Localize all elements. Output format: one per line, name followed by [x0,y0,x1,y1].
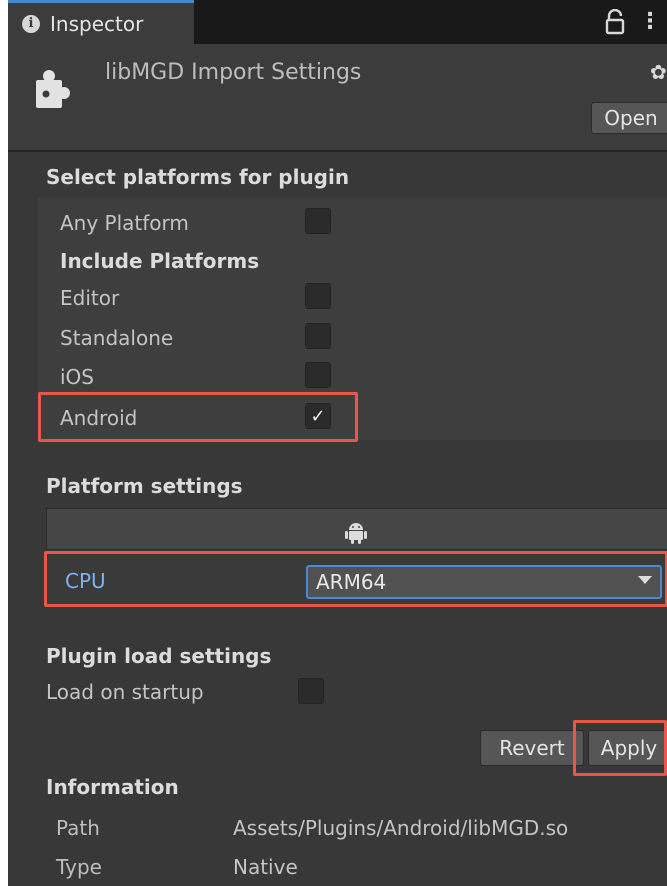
tab-bar: i Inspector ⋮ [8,0,667,44]
cpu-highlight-box [44,551,667,607]
platform-ios-label: iOS [60,365,94,389]
any-platform-label: Any Platform [60,211,189,235]
info-type-key: Type [56,855,102,879]
plugin-icon [34,66,70,110]
platform-editor-label: Editor [60,286,120,310]
page-title: libMGD Import Settings [105,60,362,85]
tab-inspector-label: Inspector [50,11,144,36]
platform-editor-checkbox[interactable] [305,283,331,309]
gear-icon[interactable]: ✿ [650,60,667,84]
lock-icon[interactable] [603,8,627,35]
inspector-panel: i Inspector ⋮ libMGD Import Settings ✿ O… [8,0,667,886]
tab-inspector[interactable]: i Inspector [8,0,194,44]
info-path-key: Path [56,816,100,840]
platform-standalone-checkbox[interactable] [305,323,331,349]
platform-ios-checkbox[interactable] [305,362,331,388]
more-options-icon[interactable]: ⋮ [639,10,661,36]
apply-highlight-box [573,720,667,776]
android-highlight-box [38,392,358,442]
android-icon [345,520,367,544]
any-platform-checkbox[interactable] [305,208,331,234]
open-button[interactable]: Open [591,102,667,134]
include-platforms-heading: Include Platforms [60,249,260,273]
info-icon: i [22,14,40,33]
information-title: Information [46,775,179,799]
load-on-startup-checkbox[interactable] [298,678,324,704]
platform-settings-title: Platform settings [46,474,243,498]
load-on-startup-label: Load on startup [46,680,204,704]
revert-button[interactable]: Revert [480,730,584,766]
info-path-value: Assets/Plugins/Android/libMGD.so [233,816,569,840]
platform-standalone-label: Standalone [60,326,174,350]
info-type-value: Native [233,855,298,879]
plugin-load-settings-title: Plugin load settings [46,644,272,668]
select-platforms-title: Select platforms for plugin [46,165,350,189]
